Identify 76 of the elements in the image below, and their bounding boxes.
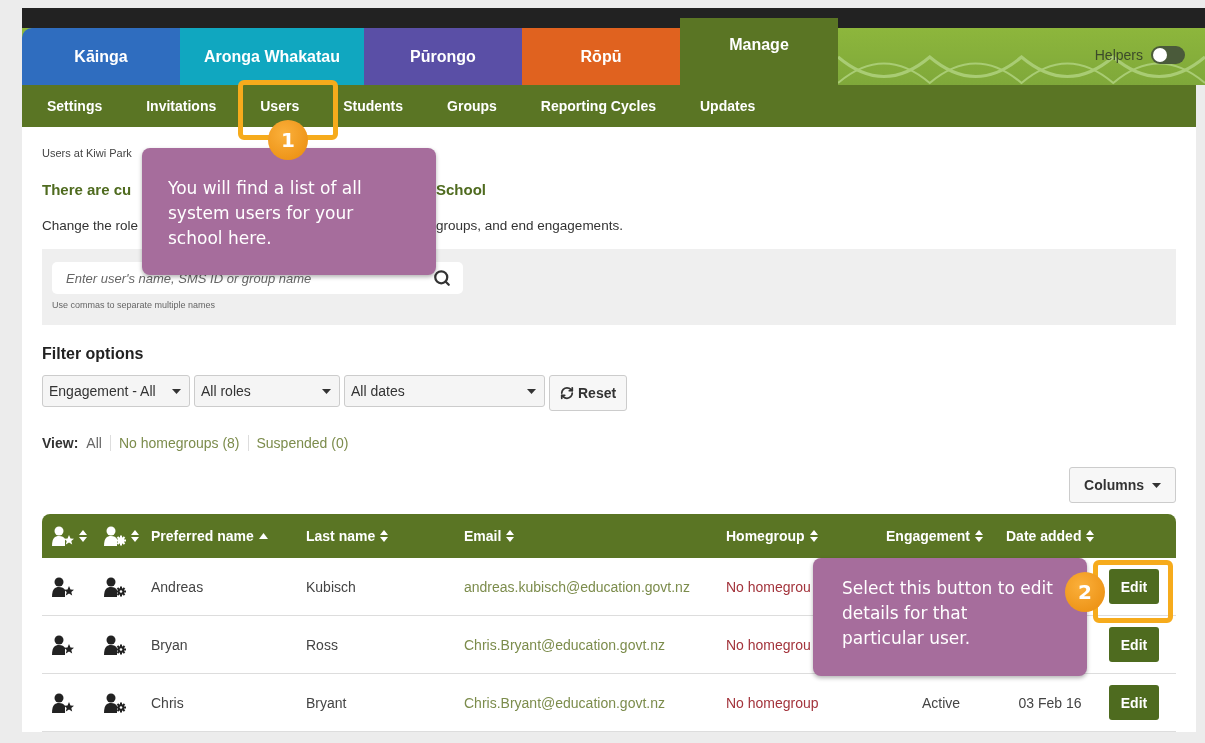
filter-dropdown[interactable]: All roles [194,375,340,407]
sort-ascending-icon[interactable] [258,533,268,539]
column-header[interactable]: Homegroup [726,528,805,544]
search-hint: Use commas to separate multiple names [52,300,217,310]
view-label: View: [42,435,79,451]
filter-title: Filter options [42,345,145,363]
nav-tab[interactable]: Manage [680,18,838,85]
refresh-icon [560,386,574,400]
caret-icon [1152,482,1161,488]
engagement-cell: Active [921,694,961,711]
columns-button[interactable]: Columns [1069,467,1176,503]
user-star-icon [52,692,74,713]
sort-icon[interactable] [380,530,389,542]
homegroup-cell: No homegrou [726,636,811,653]
helper-tooltip: You will find a list of all system users for your school here. [142,148,436,275]
email-link[interactable]: Chris.Bryant@education.govt.nz [464,636,665,653]
edit-button[interactable]: Edit [1109,569,1159,604]
subnav-link[interactable]: Reporting Cycles [540,98,656,114]
name-cell: Chris [151,694,184,711]
name-cell: Ross [306,636,338,653]
user-gear-icon [104,692,126,713]
name-cell: Kubisch [306,578,356,595]
view-filter-link[interactable]: Suspended (0) [247,435,357,451]
user-star-icon [52,634,74,655]
sort-icon[interactable] [1086,530,1095,542]
edit-button[interactable]: Edit [1109,627,1159,662]
edit-button[interactable]: Edit [1109,685,1159,720]
sort-icon[interactable] [975,530,983,542]
breadcrumb: Users at Kiwi Park [42,147,132,159]
name-cell: Bryant [306,694,347,711]
sort-icon[interactable] [809,530,818,542]
subnav-link[interactable]: Updates [700,98,756,114]
filter-dropdown[interactable]: Engagement - All [42,375,190,407]
subnav-link[interactable]: Invitations [146,98,217,114]
view-filter-link[interactable]: No homegroups (8) [109,435,248,451]
name-cell: Andreas [151,578,204,595]
column-header[interactable]: Engagement [886,528,970,544]
reset-button[interactable]: Reset [549,375,628,411]
email-link[interactable]: Chris.Bryant@education.govt.nz [464,694,665,711]
filter-dropdown[interactable]: All dates [344,375,545,407]
caret-icon [172,388,181,394]
subnav-link[interactable]: Groups [447,98,497,114]
user-gear-icon [104,576,126,597]
homegroup-cell: No homegroup [726,694,819,711]
user-star-icon [52,576,74,597]
subnav-link[interactable]: Students [343,98,404,114]
user-gear-icon [104,526,126,546]
column-header[interactable]: Email [464,528,502,544]
helpers-toggle[interactable] [1151,46,1185,64]
nav-tab[interactable]: Rōpū [522,28,680,85]
column-header[interactable]: Preferred name [151,528,254,544]
column-header[interactable]: Last name [306,528,376,544]
column-header[interactable]: Date added [1006,528,1082,544]
sort-icon[interactable] [506,530,515,542]
homegroup-cell: No homegrou [726,578,811,595]
subnav-link[interactable]: Settings [47,98,103,114]
caret-icon [527,388,536,394]
nav-tab[interactable]: Pūrongo [364,28,522,85]
user-star-icon [52,526,74,546]
helpers-label: Helpers [1094,47,1143,63]
sort-icon[interactable] [79,530,87,542]
subnav-link[interactable]: Users [260,98,300,114]
email-link[interactable]: andreas.kubisch@education.govt.nz [464,578,690,595]
nav-tab[interactable]: Aronga Whakatau [180,28,364,85]
description-text: groups, and end engagements. [436,218,624,233]
sort-icon[interactable] [131,530,139,542]
name-cell: Bryan [151,636,188,653]
description-text: Change the role [42,218,140,233]
nav-tab[interactable]: Kāinga [22,28,180,85]
user-gear-icon [104,634,126,655]
heading-text: There are cu [42,181,133,198]
caret-icon [322,388,331,394]
view-filter-link[interactable]: All [86,435,110,451]
heading-text: School [436,181,487,198]
search-icon[interactable] [433,269,451,287]
date-cell: 03 Feb 16 [1018,694,1082,711]
